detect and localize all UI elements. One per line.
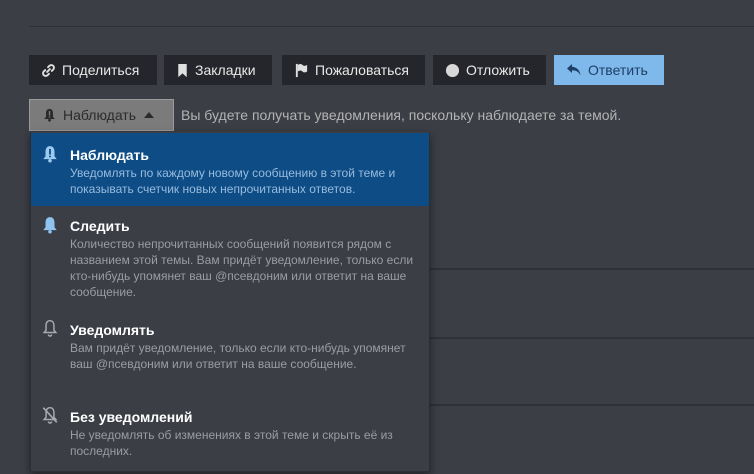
share-label: Поделиться (62, 62, 140, 78)
circle-icon (445, 63, 460, 77)
option-description: Количество непрочитанных сообщений появи… (70, 237, 414, 299)
defer-label: Отложить (466, 62, 530, 78)
flag-button[interactable]: Пожаловаться (282, 55, 425, 85)
bookmark-icon (178, 63, 187, 77)
post-divider (430, 337, 754, 339)
notification-option-regular[interactable]: Уведомлять Вам придёт уведомление, тольк… (31, 302, 429, 388)
reply-button[interactable]: Ответить (554, 55, 664, 85)
option-title: Наблюдать (70, 147, 149, 163)
link-icon (42, 63, 55, 77)
reply-label: Ответить (588, 62, 648, 78)
bookmarks-button[interactable]: Закладки (164, 55, 272, 85)
caret-up-icon (144, 112, 155, 118)
option-description: Не уведомлять об изменениях в этой теме … (70, 428, 393, 458)
notification-level-menu: Наблюдать Уведомлять по каждому новому с… (30, 132, 430, 472)
post-divider (430, 404, 754, 406)
option-description: Вам придёт уведомление, только если кто-… (70, 341, 406, 371)
option-title: Следить (70, 218, 130, 234)
reply-icon (567, 63, 581, 75)
notification-option-watching[interactable]: Наблюдать Уведомлять по каждому новому с… (31, 133, 429, 206)
option-title: Уведомлять (70, 322, 155, 338)
defer-button[interactable]: Отложить (433, 55, 546, 85)
option-description: Уведомлять по каждому новому сообщению в… (70, 166, 396, 196)
bell-exclamation-icon (43, 146, 57, 163)
bell-slash-icon (42, 406, 58, 424)
share-button[interactable]: Поделиться (29, 55, 157, 85)
bell-icon (43, 217, 57, 234)
option-title: Без уведомлений (70, 409, 193, 425)
notification-level-dropdown[interactable]: Наблюдать (29, 99, 174, 131)
notification-option-muted[interactable]: Без уведомлений Не уведомлять об изменен… (31, 388, 429, 472)
flag-icon (295, 63, 308, 77)
notification-level-label: Наблюдать (63, 107, 137, 123)
top-divider (29, 26, 754, 27)
notification-option-tracking[interactable]: Следить Количество непрочитанных сообщен… (31, 206, 429, 302)
bell-exclamation-icon (44, 108, 55, 122)
post-divider (430, 268, 754, 270)
bell-outline-icon (42, 319, 58, 337)
notification-status-text: Вы будете получать уведомления, поскольк… (181, 107, 622, 123)
bookmarks-label: Закладки (195, 62, 256, 78)
flag-label: Пожаловаться (315, 62, 410, 78)
